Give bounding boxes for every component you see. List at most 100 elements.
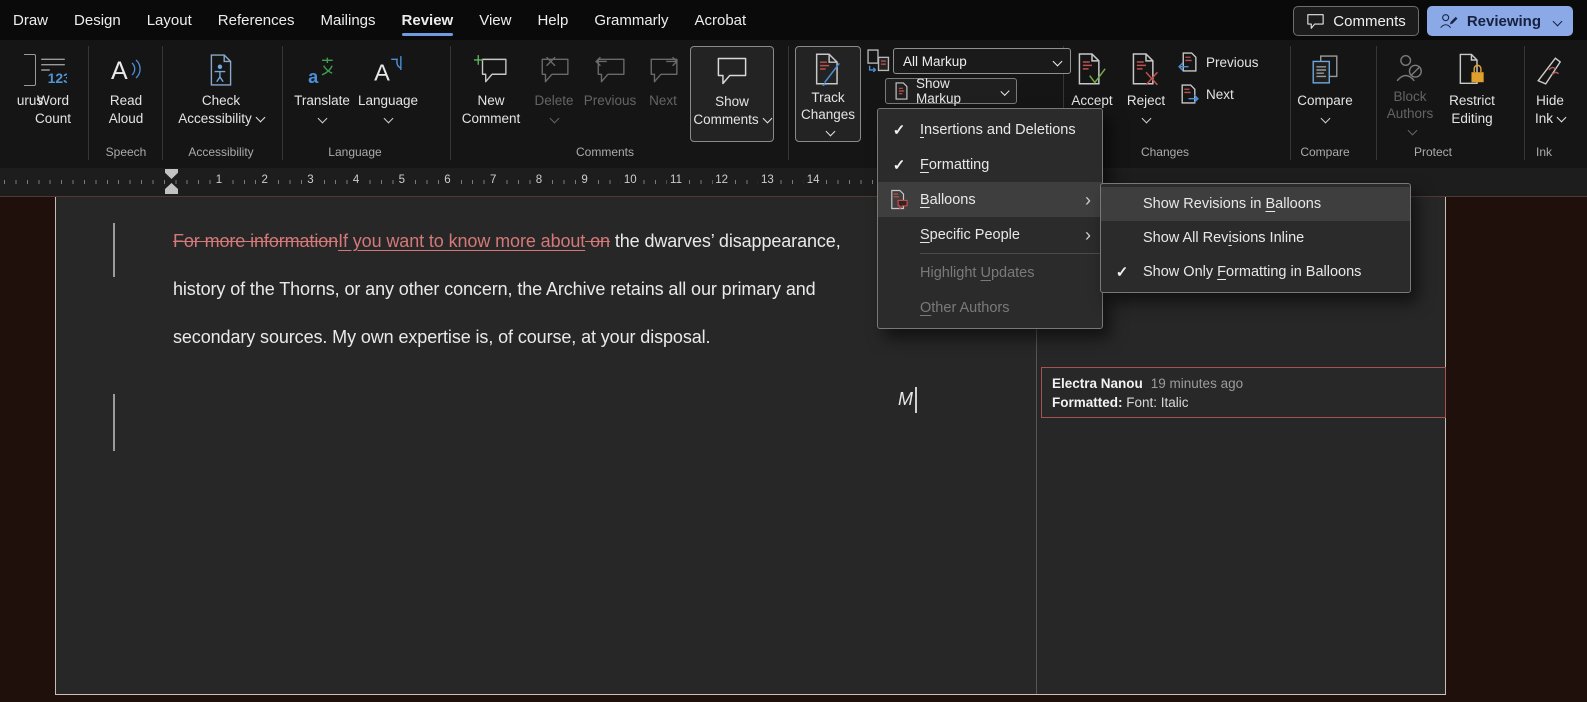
tab-help[interactable]: Help [524,0,581,40]
menu-item-other-authors: Other Authors [878,290,1102,325]
delete-comment-label: Delete [534,93,573,108]
word-count-button[interactable]: 123 Word Count [18,48,88,140]
menu-separator [920,253,1102,254]
hide-ink-button[interactable]: Hide Ink [1526,48,1574,140]
previous-change-icon [1178,52,1199,73]
revision-balloon[interactable]: Electra Nanou19 minutes ago Formatted: F… [1041,367,1446,418]
group-label-protect: Protect [1393,145,1473,159]
balloons-icon [878,189,920,210]
tab-view[interactable]: View [466,0,524,40]
revision-time: 19 minutes ago [1151,376,1243,391]
group-separator [282,46,283,160]
show-markup-label: Show Markup [916,76,990,106]
language-label: Language [358,93,418,108]
ruler-number: 6 [441,174,453,186]
paragraph-line-1[interactable]: For more informationIf you want to know … [173,231,841,252]
ruler-number: 5 [396,174,408,186]
group-separator [1524,46,1525,160]
reject-button[interactable]: Reject [1121,48,1171,140]
word-review-window: { "menubar": { "tabs": ["Draw","Design",… [0,0,1587,702]
restrict-editing-icon [1457,48,1487,92]
read-aloud-button[interactable]: A Read Aloud [94,48,158,140]
next-change-label: Next [1206,87,1234,102]
menu-item-insertions-and-deletions[interactable]: ✓ Insertions and Deletions [878,112,1102,147]
ruler-number: 3 [304,174,316,186]
comments-button[interactable]: Comments [1293,6,1419,36]
first-line-indent-marker[interactable] [165,169,178,179]
tab-layout[interactable]: Layout [134,0,205,40]
reviewing-button-label: Reviewing [1467,13,1541,30]
menu-item-highlight-updates: Highlight Updates [878,255,1102,290]
tab-review[interactable]: Review [389,0,467,40]
previous-change-button[interactable]: Previous [1178,52,1259,73]
check-accessibility-button[interactable]: Check Accessibility [170,48,272,140]
menu-item-label: Show Revisions in Balloons [1143,196,1321,212]
delete-comment-icon [538,48,570,92]
show-comments-icon [715,49,749,93]
text-cursor [915,387,917,413]
display-for-review-dropdown[interactable]: All Markup [893,48,1071,74]
group-separator [788,46,789,160]
deleted-text: on [585,231,610,251]
group-label-speech: Speech [94,145,158,159]
menu-item-formatting[interactable]: ✓ Formatting [878,147,1102,182]
new-comment-icon [474,48,508,92]
menu-item-balloons[interactable]: Balloons › [878,182,1102,217]
paragraph-line-2[interactable]: history of the Thorns, or any other conc… [173,279,816,300]
menu-item-label: Highlight Updates [920,265,1034,281]
word-count-icon: 123 [39,48,67,92]
chevron-down-icon [255,112,265,122]
checkmark-icon: ✓ [1116,263,1129,281]
ruler-number: 9 [578,174,590,186]
checkmark-icon: ✓ [893,156,906,174]
ruler-number: 12 [712,174,731,186]
balloons-submenu: Show Revisions in Balloons Show All Revi… [1100,183,1411,293]
submenu-arrow-icon: › [1085,191,1091,209]
menu-item-specific-people[interactable]: Specific People › [878,217,1102,252]
translate-icon: a [307,48,337,92]
body-text: secondary sources. My own expertise is, … [173,327,710,347]
chevron-down-icon [1320,113,1330,123]
new-comment-button[interactable]: New Comment [452,48,530,140]
svg-text:A: A [111,57,128,85]
submenu-item-show-only-formatting-in-balloons[interactable]: ✓ Show Only Formatting in Balloons [1101,255,1410,289]
language-button[interactable]: A Language [354,48,422,140]
chevron-down-icon [1553,16,1563,26]
tab-references[interactable]: References [205,0,308,40]
ruler-number: 1 [213,174,225,186]
show-comments-label: Show Comments [693,94,758,127]
ruler-number: 7 [487,174,499,186]
hanging-indent-marker[interactable] [165,183,178,194]
svg-text:a: a [308,67,319,85]
block-authors-icon [1395,48,1425,88]
next-change-icon [1178,84,1199,105]
show-comments-toggle[interactable]: Show Comments [690,46,774,142]
next-change-button[interactable]: Next [1178,84,1234,105]
submenu-item-show-revisions-in-balloons[interactable]: Show Revisions in Balloons [1101,187,1410,221]
compare-button[interactable]: Compare [1292,48,1358,140]
tab-draw[interactable]: Draw [0,0,61,40]
group-label-comments: Comments [540,145,670,159]
translate-button[interactable]: a Translate [290,48,354,140]
tab-grammarly[interactable]: Grammarly [581,0,681,40]
previous-change-label: Previous [1206,55,1259,70]
chevron-down-icon [762,113,772,123]
submenu-item-show-all-revisions-inline[interactable]: Show All Revisions Inline [1101,221,1410,255]
tab-mailings[interactable]: Mailings [307,0,388,40]
chevron-down-icon [383,113,393,123]
chevron-down-icon [1141,113,1151,123]
paragraph-line-3[interactable]: secondary sources. My own expertise is, … [173,327,710,348]
group-separator [88,46,89,160]
check-accessibility-label: Check Accessibility [178,93,252,126]
svg-text:A: A [374,60,390,85]
group-separator [162,46,163,160]
tab-acrobat[interactable]: Acrobat [682,0,760,40]
block-authors-button: Block Authors [1381,48,1439,140]
tab-design[interactable]: Design [61,0,134,40]
track-changes-toggle[interactable]: Track Changes [795,46,861,142]
accept-icon [1076,48,1108,92]
reviewing-button[interactable]: Reviewing [1427,6,1573,36]
restrict-editing-button[interactable]: Restrict Editing [1440,48,1504,140]
italic-formatted-text[interactable]: M [898,389,913,410]
show-markup-button[interactable]: Show Markup [885,78,1017,104]
